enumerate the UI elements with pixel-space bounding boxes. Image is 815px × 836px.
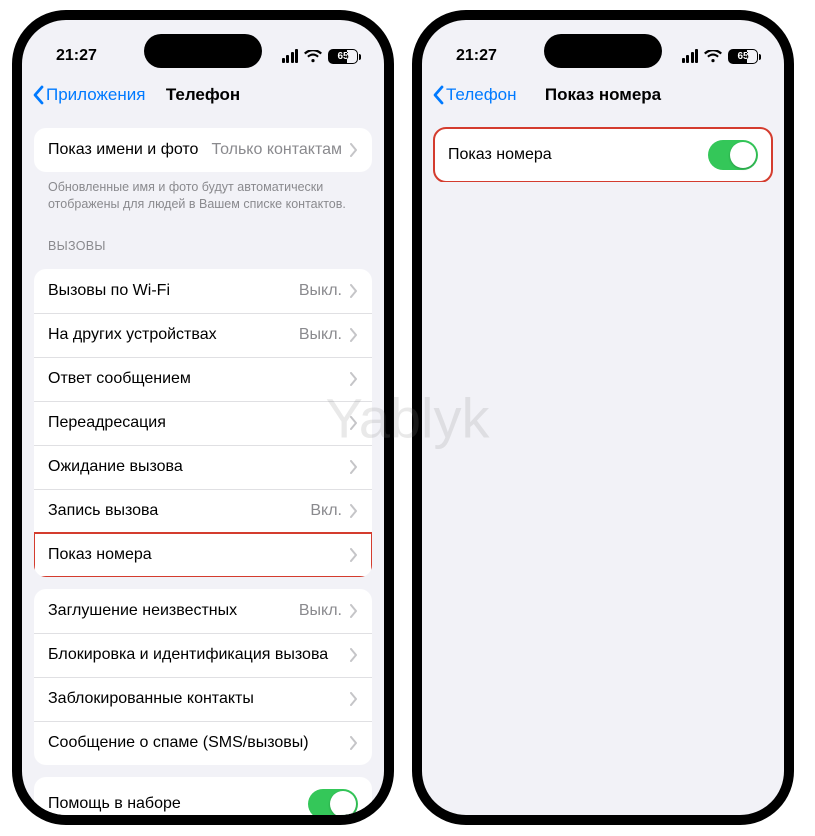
row-other-devices[interactable]: На других устройствах Выкл. xyxy=(34,313,372,357)
chevron-right-icon xyxy=(350,416,358,430)
row-label: На других устройствах xyxy=(48,326,299,344)
dynamic-island xyxy=(144,34,262,68)
row-label: Помощь в наборе xyxy=(48,795,308,813)
phone-left: 21:27 65 Приложения Телефон Показ имени … xyxy=(12,10,394,825)
row-label: Заблокированные контакты xyxy=(48,690,350,708)
row-blocked-contacts[interactable]: Заблокированные контакты xyxy=(34,677,372,721)
chevron-right-icon xyxy=(350,460,358,474)
chevron-right-icon xyxy=(350,284,358,298)
back-label: Приложения xyxy=(46,85,145,105)
row-spam-report[interactable]: Сообщение о спаме (SMS/вызовы) xyxy=(34,721,372,765)
row-label: Запись вызова xyxy=(48,502,310,520)
row-label: Вызовы по Wi-Fi xyxy=(48,282,299,300)
row-label: Сообщение о спаме (SMS/вызовы) xyxy=(48,734,350,752)
chevron-right-icon xyxy=(350,648,358,662)
row-forwarding[interactable]: Переадресация xyxy=(34,401,372,445)
section-header-calls: ВЫЗОВЫ xyxy=(34,231,372,257)
cellular-icon xyxy=(282,49,299,63)
chevron-right-icon xyxy=(350,143,358,157)
dynamic-island xyxy=(544,34,662,68)
chevron-right-icon xyxy=(350,372,358,386)
row-label: Показ номера xyxy=(48,546,350,564)
chevron-right-icon xyxy=(350,504,358,518)
row-detail: Выкл. xyxy=(299,282,342,300)
battery-icon: 65 xyxy=(728,49,758,64)
footer-name-photo: Обновленные имя и фото будут автоматичес… xyxy=(34,172,372,217)
row-label: Переадресация xyxy=(48,414,350,432)
row-label: Показ номера xyxy=(448,146,708,164)
cellular-icon xyxy=(682,49,699,63)
row-show-number-toggle[interactable]: Показ номера xyxy=(434,128,772,182)
back-button[interactable]: Телефон xyxy=(432,85,517,105)
wifi-icon xyxy=(304,50,322,63)
nav-bar: Приложения Телефон xyxy=(22,74,384,116)
chevron-right-icon xyxy=(350,328,358,342)
battery-icon: 65 xyxy=(328,49,358,64)
row-detail: Только контактам xyxy=(212,141,342,159)
chevron-right-icon xyxy=(350,736,358,750)
row-dial-assist[interactable]: Помощь в наборе xyxy=(34,777,372,825)
chevron-right-icon xyxy=(350,604,358,618)
row-call-record[interactable]: Запись вызова Вкл. xyxy=(34,489,372,533)
status-time: 21:27 xyxy=(456,47,497,65)
show-number-toggle[interactable] xyxy=(708,140,758,170)
status-time: 21:27 xyxy=(56,47,97,65)
wifi-icon xyxy=(704,50,722,63)
row-label: Ответ сообщением xyxy=(48,370,350,388)
row-detail: Выкл. xyxy=(299,326,342,344)
row-silence-unknown[interactable]: Заглушение неизвестных Выкл. xyxy=(34,589,372,633)
row-call-waiting[interactable]: Ожидание вызова xyxy=(34,445,372,489)
row-name-photo[interactable]: Показ имени и фото Только контактам xyxy=(34,128,372,172)
row-label: Показ имени и фото xyxy=(48,141,212,159)
chevron-right-icon xyxy=(350,692,358,706)
row-wifi-calls[interactable]: Вызовы по Wi-Fi Выкл. xyxy=(34,269,372,313)
back-button[interactable]: Приложения xyxy=(32,85,145,105)
row-block-identify[interactable]: Блокировка и идентификация вызова xyxy=(34,633,372,677)
row-respond-text[interactable]: Ответ сообщением xyxy=(34,357,372,401)
phone-right: 21:27 65 Телефон Показ номера Показ номе… xyxy=(412,10,794,825)
row-label: Ожидание вызова xyxy=(48,458,350,476)
dial-assist-toggle[interactable] xyxy=(308,789,358,819)
row-show-number[interactable]: Показ номера xyxy=(34,533,372,577)
back-label: Телефон xyxy=(446,85,517,105)
row-label: Блокировка и идентификация вызова xyxy=(48,646,350,664)
row-label: Заглушение неизвестных xyxy=(48,602,299,620)
nav-bar: Телефон Показ номера xyxy=(422,74,784,116)
chevron-right-icon xyxy=(350,548,358,562)
row-detail: Вкл. xyxy=(310,502,342,520)
row-detail: Выкл. xyxy=(299,602,342,620)
